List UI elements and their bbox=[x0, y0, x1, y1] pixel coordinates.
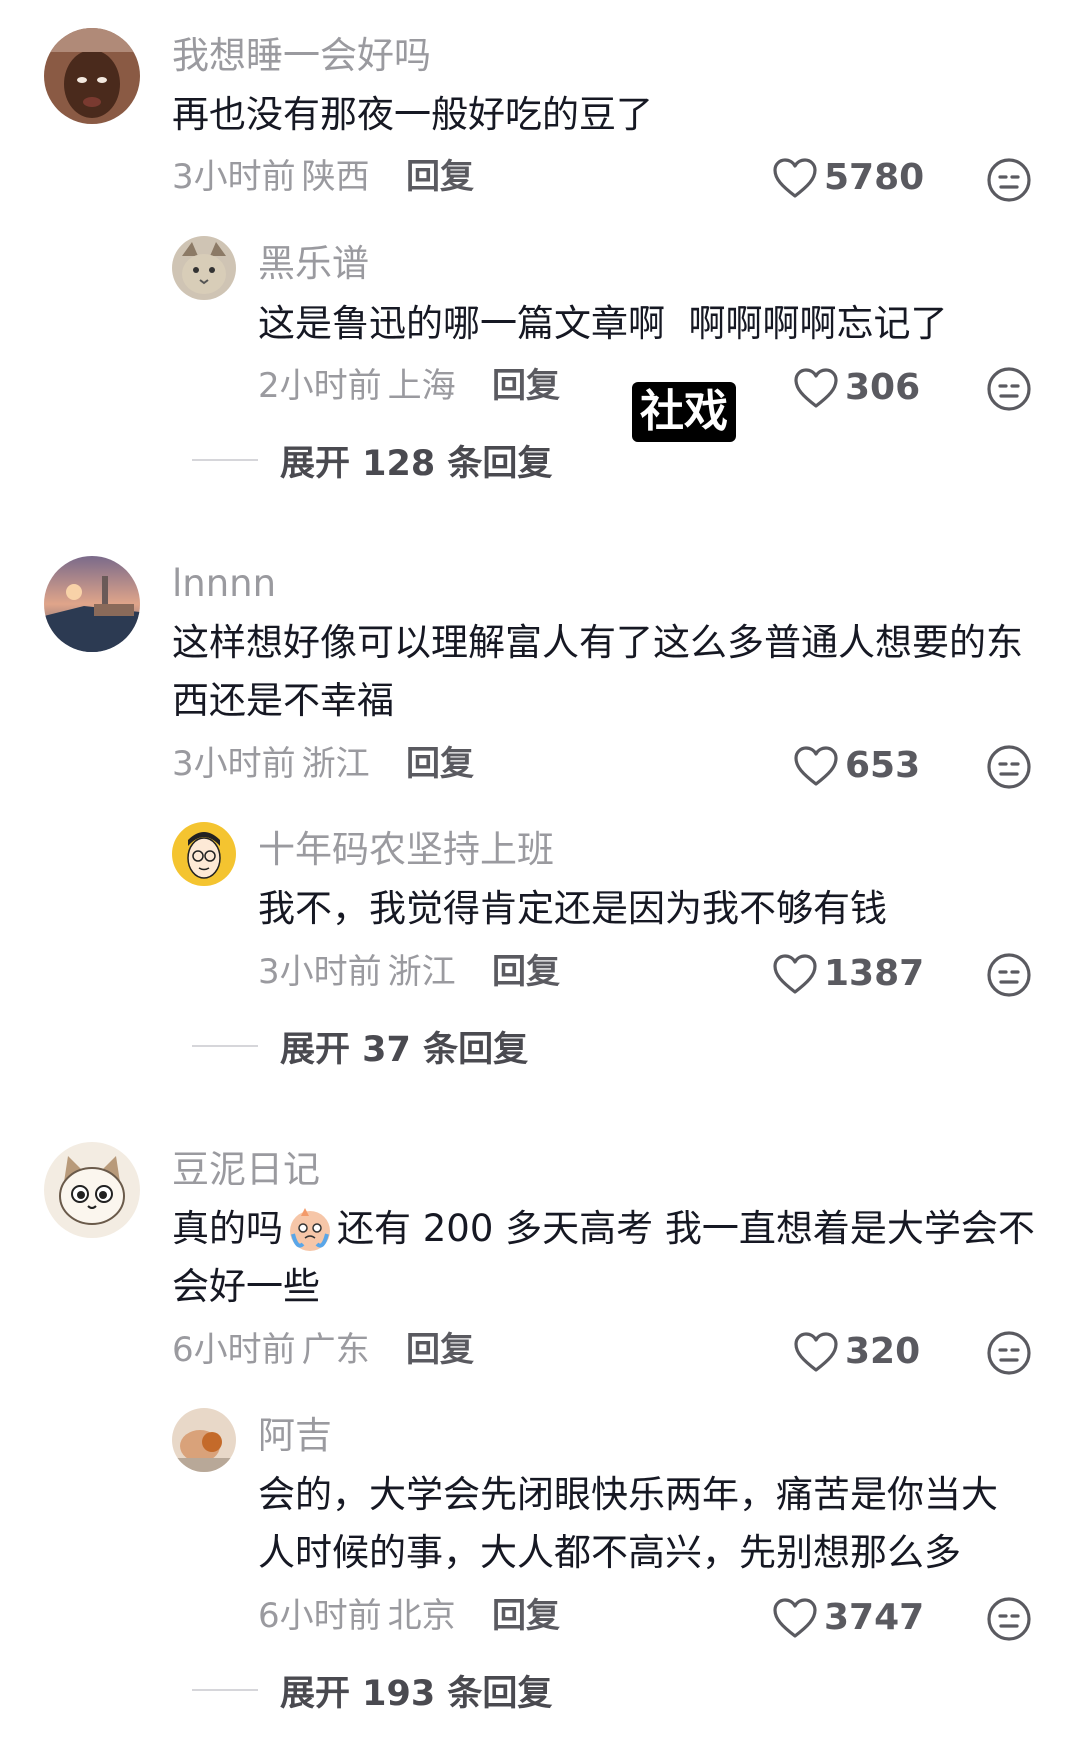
neutral-face-icon[interactable] bbox=[986, 366, 1032, 412]
reply-username[interactable]: 十年码农坚持上班 bbox=[258, 828, 554, 872]
reply-time: 6小时前 bbox=[258, 1596, 382, 1636]
reply-button[interactable]: 回复 bbox=[406, 744, 474, 784]
reply-avatar[interactable] bbox=[172, 236, 236, 300]
reply-time: 2小时前 bbox=[258, 366, 382, 406]
expand-replies-label: 展开 37 条回复 bbox=[280, 1029, 529, 1070]
reply-text: 我不，我觉得肯定还是因为我不够有钱 bbox=[258, 887, 887, 930]
comment-meta: 3小时前 浙江 bbox=[172, 744, 370, 784]
comment-region: 浙江 bbox=[301, 744, 370, 784]
heart-outline-icon bbox=[793, 1331, 839, 1373]
neutral-face-icon[interactable] bbox=[986, 157, 1032, 203]
reply-meta: 3小时前 浙江 bbox=[258, 952, 456, 992]
like-button[interactable]: 320 bbox=[793, 1328, 920, 1376]
heart-outline-icon bbox=[772, 157, 818, 199]
comment-meta: 6小时前 广东 bbox=[172, 1330, 370, 1370]
reply-avatar[interactable] bbox=[172, 822, 236, 886]
neutral-face-icon[interactable] bbox=[986, 952, 1032, 998]
avatar[interactable] bbox=[44, 556, 140, 652]
comment-text-segment: 还有 200 多天高考 我一直想着是大学会不 bbox=[337, 1207, 1035, 1250]
like-button[interactable]: 1387 bbox=[772, 950, 924, 998]
reply-button[interactable]: 回复 bbox=[406, 157, 474, 197]
expand-replies-button[interactable]: 展开 128 条回复 bbox=[192, 438, 552, 484]
comment-text-segment: 真的吗 bbox=[172, 1207, 283, 1250]
reply-region: 北京 bbox=[387, 1596, 456, 1636]
comment-username[interactable]: 豆泥日记 bbox=[172, 1148, 320, 1192]
like-count: 306 bbox=[845, 367, 921, 408]
like-button[interactable]: 653 bbox=[793, 742, 920, 790]
neutral-face-icon[interactable] bbox=[986, 1330, 1032, 1376]
expand-replies-button[interactable]: 展开 37 条回复 bbox=[192, 1024, 528, 1070]
reply-username[interactable]: 黑乐谱 bbox=[258, 242, 369, 286]
expand-replies-button[interactable]: 展开 193 条回复 bbox=[192, 1668, 552, 1714]
expand-replies-label: 展开 128 条回复 bbox=[280, 443, 553, 484]
like-button[interactable]: 3747 bbox=[772, 1594, 924, 1642]
heart-outline-icon bbox=[772, 1597, 818, 1639]
overlay-tag: 社戏 bbox=[632, 382, 736, 442]
reply-text: 这是鲁迅的哪一篇文章啊 啊啊啊啊忘记了 bbox=[258, 302, 948, 345]
reply-username[interactable]: 阿吉 bbox=[258, 1414, 332, 1458]
reply-text: 会的，大学会先闭眼快乐两年，痛苦是你当大 人时候的事，大人都不高兴，先别想那么多 bbox=[258, 1466, 1058, 1582]
comment-text: 真的吗 还有 200 多天高考 我一直想着是大学会不 会好一些 bbox=[172, 1200, 1052, 1316]
reply-button[interactable]: 回复 bbox=[492, 952, 560, 992]
comment-time: 3小时前 bbox=[172, 744, 296, 784]
avatar[interactable] bbox=[44, 28, 140, 124]
comment-username[interactable]: lnnnn bbox=[172, 562, 276, 606]
reply-region: 浙江 bbox=[387, 952, 456, 992]
comment-region: 陕西 bbox=[301, 157, 370, 197]
comment-text-line: 真的吗 还有 200 多天高考 我一直想着是大学会不 bbox=[172, 1200, 1052, 1258]
comment-text-line: 这样想好像可以理解富人有了这么多普通人想要的东 bbox=[172, 621, 1023, 664]
heart-outline-icon bbox=[772, 953, 818, 995]
like-count: 3747 bbox=[824, 1597, 925, 1638]
divider bbox=[192, 1045, 258, 1047]
divider bbox=[192, 1689, 258, 1691]
neutral-face-icon[interactable] bbox=[986, 1596, 1032, 1642]
reply-button[interactable]: 回复 bbox=[492, 366, 560, 406]
reply-time: 3小时前 bbox=[258, 952, 382, 992]
comment-text: 这样想好像可以理解富人有了这么多普通人想要的东 西还是不幸福 bbox=[172, 614, 1052, 730]
like-count: 320 bbox=[845, 1331, 921, 1372]
expand-replies-label: 展开 193 条回复 bbox=[280, 1673, 553, 1714]
like-button[interactable]: 5780 bbox=[772, 154, 924, 202]
neutral-face-icon[interactable] bbox=[986, 744, 1032, 790]
crying-emoji-icon bbox=[285, 1204, 335, 1254]
comment-time: 6小时前 bbox=[172, 1330, 296, 1370]
comment-region: 广东 bbox=[301, 1330, 370, 1370]
like-count: 1387 bbox=[824, 953, 925, 994]
reply-button[interactable]: 回复 bbox=[492, 1596, 560, 1636]
reply-meta: 2小时前 上海 bbox=[258, 366, 456, 406]
reply-meta: 6小时前 北京 bbox=[258, 1596, 456, 1636]
divider bbox=[192, 459, 258, 461]
reply-region: 上海 bbox=[387, 366, 456, 406]
reply-text-line: 人时候的事，大人都不高兴，先别想那么多 bbox=[258, 1531, 961, 1574]
comment-time: 3小时前 bbox=[172, 157, 296, 197]
comment-text-line: 西还是不幸福 bbox=[172, 679, 394, 722]
comment-meta: 3小时前 陕西 bbox=[172, 157, 370, 197]
heart-outline-icon bbox=[793, 745, 839, 787]
like-button[interactable]: 306 bbox=[793, 364, 920, 412]
comment-username[interactable]: 我想睡一会好吗 bbox=[172, 34, 431, 78]
like-count: 5780 bbox=[824, 157, 925, 198]
heart-outline-icon bbox=[793, 367, 839, 409]
comment-text-line: 会好一些 bbox=[172, 1265, 320, 1308]
reply-avatar[interactable] bbox=[172, 1408, 236, 1472]
comment-text: 再也没有那夜一般好吃的豆了 bbox=[172, 93, 653, 136]
avatar[interactable] bbox=[44, 1142, 140, 1238]
reply-button[interactable]: 回复 bbox=[406, 1330, 474, 1370]
like-count: 653 bbox=[845, 745, 921, 786]
reply-text-line: 会的，大学会先闭眼快乐两年，痛苦是你当大 bbox=[258, 1473, 998, 1516]
